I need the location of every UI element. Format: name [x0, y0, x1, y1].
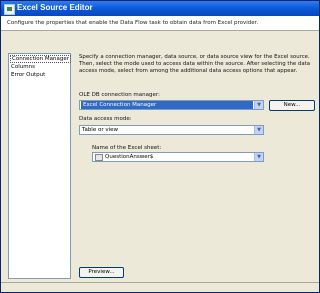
sidebar: Connection Manager Columns Error Output — [8, 53, 71, 279]
excel-sheet-value: QuestionAnswer$ — [105, 154, 154, 160]
new-button[interactable]: New... — [269, 100, 315, 111]
connection-manager-label: OLE DB connection manager: — [79, 92, 160, 98]
title-bar[interactable]: Excel Source Editor — [1, 1, 319, 16]
data-access-mode-select[interactable]: Table or view ▼ — [79, 125, 264, 135]
header-panel: Configure the properties that enable the… — [1, 16, 319, 31]
chevron-down-icon[interactable]: ▼ — [254, 126, 263, 134]
sidebar-item-columns[interactable]: Columns — [11, 64, 35, 70]
window-title: Excel Source Editor — [17, 3, 93, 12]
sidebar-item-connection-manager[interactable]: Connection Manager — [10, 55, 71, 63]
data-access-mode-label: Data access mode: — [79, 116, 132, 122]
main-description: Specify a connection manager, data sourc… — [79, 54, 311, 74]
connection-manager-select[interactable]: Excel Connection Manager ▼ — [79, 100, 264, 110]
excel-source-editor-window: Excel Source Editor Configure the proper… — [0, 0, 320, 293]
excel-sheet-label: Name of the Excel sheet: — [92, 145, 162, 151]
header-description: Configure the properties that enable the… — [7, 20, 259, 26]
excel-sheet-select[interactable]: QuestionAnswer$ ▼ — [92, 152, 264, 162]
chevron-down-icon[interactable]: ▼ — [254, 101, 263, 109]
connection-manager-value: Excel Connection Manager — [81, 101, 253, 109]
divider — [1, 282, 319, 283]
data-access-mode-value: Table or view — [82, 127, 119, 133]
app-icon — [4, 4, 15, 15]
table-icon — [95, 154, 103, 161]
preview-button[interactable]: Preview... — [79, 267, 124, 278]
sidebar-item-error-output[interactable]: Error Output — [11, 72, 45, 78]
chevron-down-icon[interactable]: ▼ — [254, 153, 263, 161]
